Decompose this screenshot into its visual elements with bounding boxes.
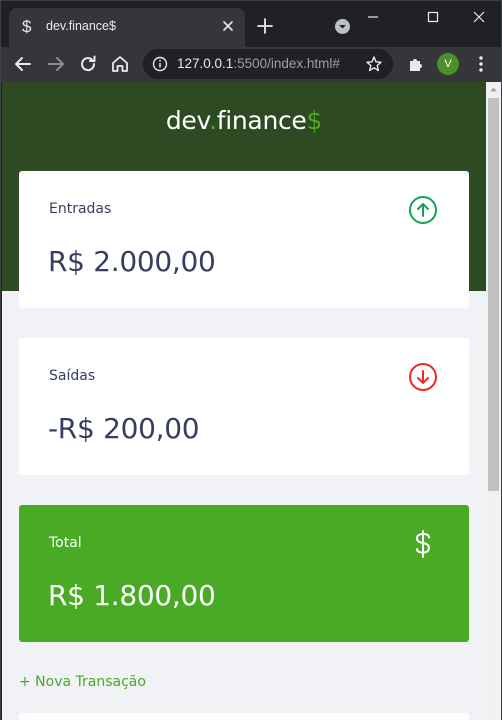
bookmark-star-icon[interactable]	[365, 55, 383, 73]
income-label: Entradas	[49, 201, 112, 217]
tab-dev-finance[interactable]: $ dev.finance$	[9, 8, 245, 47]
forward-arrow-icon[interactable]	[45, 53, 67, 75]
total-value: R$ 1.800,00	[48, 579, 216, 612]
expense-card: Saídas -R$ 200,00	[19, 338, 469, 475]
arrow-down-circle-icon	[409, 363, 437, 391]
new-tab-plus-icon[interactable]	[255, 16, 275, 36]
arrow-up-circle-icon	[409, 196, 437, 224]
page-scrollbar[interactable]	[486, 82, 501, 720]
app-logo: dev.finance$	[2, 106, 486, 135]
logo-dot: .	[209, 106, 217, 135]
tab-search-icon[interactable]	[334, 18, 351, 35]
income-card: Entradas R$ 2.000,00	[19, 171, 469, 308]
back-arrow-icon[interactable]	[12, 53, 34, 75]
dollar-sign-icon	[415, 530, 431, 558]
logo-part-finance: finance	[216, 106, 307, 135]
tab-title: dev.finance$	[46, 19, 116, 33]
total-card: Total R$ 1.800,00	[19, 505, 469, 642]
home-icon[interactable]	[109, 53, 131, 75]
browser-menu-icon[interactable]	[470, 53, 492, 75]
tab-strip: $ dev.finance$	[1, 1, 501, 47]
browser-toolbar: 127.0.0.1:5500/index.html# V	[1, 47, 501, 82]
extensions-puzzle-icon[interactable]	[405, 53, 427, 75]
new-transaction-link[interactable]: + Nova Transação	[19, 674, 146, 690]
scrollbar-thumb[interactable]	[488, 98, 499, 491]
logo-part-dev: dev	[165, 106, 210, 135]
site-info-icon[interactable]	[152, 56, 168, 72]
tab-favicon-icon: $	[22, 17, 32, 36]
reload-icon[interactable]	[77, 53, 99, 75]
maximize-window-icon[interactable]	[419, 5, 447, 29]
logo-dollar: $	[306, 106, 323, 135]
profile-avatar[interactable]: V	[437, 53, 459, 75]
close-window-icon[interactable]	[465, 5, 493, 29]
browser-window: $ dev.finance$ 127.0.0.1:5500/index.html…	[0, 0, 502, 720]
expense-label: Saídas	[49, 368, 96, 384]
income-value: R$ 2.000,00	[48, 245, 216, 278]
total-label: Total	[49, 535, 82, 551]
minimize-window-icon[interactable]	[359, 5, 387, 29]
page-viewport: dev.finance$ Entradas R$ 2.000,00 Saídas…	[2, 82, 486, 720]
address-bar[interactable]: 127.0.0.1:5500/index.html#	[143, 49, 393, 79]
url-text: 127.0.0.1:5500/index.html#	[177, 56, 340, 71]
close-tab-icon[interactable]	[220, 18, 236, 34]
url-host: 127.0.0.1	[177, 56, 234, 71]
transactions-table-top	[19, 713, 469, 720]
expense-value: -R$ 200,00	[48, 412, 200, 445]
scroll-up-arrow-icon[interactable]	[486, 82, 501, 97]
url-path: :5500/index.html#	[233, 56, 340, 71]
